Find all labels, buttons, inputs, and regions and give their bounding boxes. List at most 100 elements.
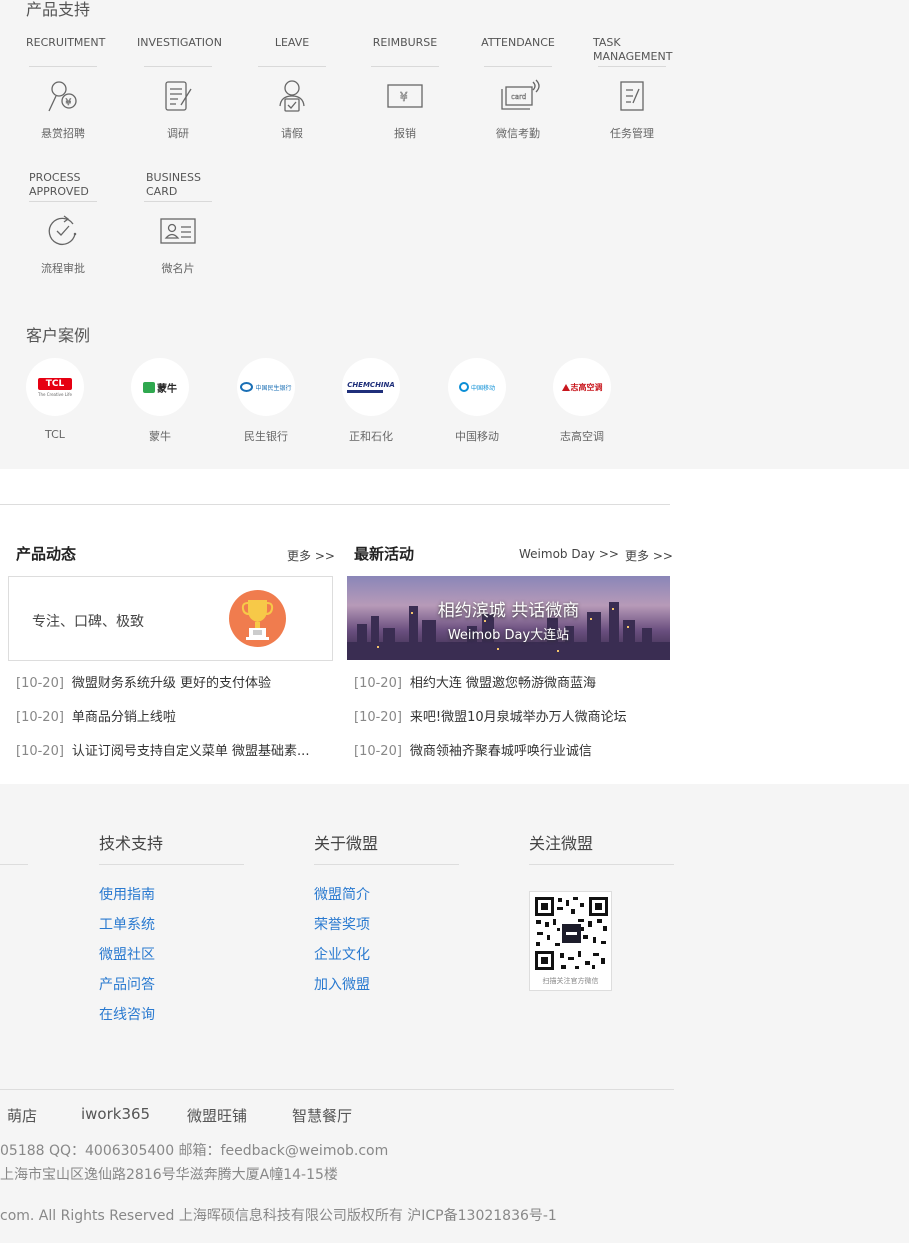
footer-link-online-consult[interactable]: 在线咨询 <box>99 1004 155 1024</box>
customer-cases-title: 客户案例 <box>26 326 91 345</box>
yuan-ticket-icon: ¥ <box>360 67 450 125</box>
customer-name: 中国移动 <box>455 430 499 443</box>
product-support-title: 产品支持 <box>26 0 91 19</box>
qr-caption: 扫描关注官方微信 <box>542 977 599 985</box>
customer-minsheng[interactable]: 中国民生银行 民生银行 <box>226 358 306 444</box>
customer-name: 民生银行 <box>244 430 288 443</box>
tcl-logo: TCL The Creative Life <box>26 358 84 416</box>
divider <box>99 864 244 865</box>
module-task-management[interactable]: TASK MANAGEMENT 任务管理 <box>587 36 677 141</box>
footer-product-mengdian[interactable]: 萌店 <box>7 1105 37 1126</box>
module-business-card[interactable]: BUSINESS CARD 微名片 <box>133 171 223 276</box>
module-cn-label: 调研 <box>167 127 189 140</box>
product-news-more-link[interactable]: 更多 >> <box>287 547 335 564</box>
latest-events-more-link[interactable]: 更多 >> <box>625 547 673 564</box>
svg-text:¥: ¥ <box>66 98 72 108</box>
module-attendance[interactable]: ATTENDANCE card 微信考勤 <box>473 36 563 141</box>
chemchina-logo: CHEMCHINA <box>342 358 400 416</box>
qr-code-image <box>533 895 610 972</box>
product-news-banner[interactable]: 专注、口碑、极致 <box>8 576 333 661</box>
divider <box>0 504 670 505</box>
divider <box>0 864 28 865</box>
china-mobile-logo: 中国移动 <box>448 358 506 416</box>
module-cn-label: 悬赏招聘 <box>41 127 85 140</box>
latest-events-title: 最新活动 <box>354 545 415 563</box>
copyright: com. All Rights Reserved 上海晖硕信息科技有限公司版权所… <box>0 1208 557 1224</box>
weimob-day-link[interactable]: Weimob Day >> <box>519 547 619 561</box>
footer-link-ticket[interactable]: 工单系统 <box>99 914 155 934</box>
product-news-item[interactable]: [10-20] 单商品分销上线啦 <box>16 706 176 725</box>
module-en-label: PROCESS APPROVED <box>29 171 89 198</box>
module-recruitment[interactable]: RECRUITMENT ¥ 悬赏招聘 <box>18 36 108 141</box>
svg-text:¥: ¥ <box>400 90 408 104</box>
card-swipe-icon: card <box>473 67 563 125</box>
module-en-label: RECRUITMENT <box>26 36 106 49</box>
module-en-label: REIMBURSE <box>372 36 438 49</box>
module-en-label: LEAVE <box>274 36 310 49</box>
footer-product-iwork365[interactable]: iwork365 <box>81 1105 150 1123</box>
module-leave[interactable]: LEAVE 请假 <box>247 36 337 141</box>
about-title: 关于微盟 <box>314 834 379 853</box>
tech-support-title: 技术支持 <box>99 834 164 853</box>
business-card-icon <box>133 202 223 260</box>
chigo-logo: 志高空调 <box>553 358 611 416</box>
divider <box>529 864 674 865</box>
product-news-title: 产品动态 <box>16 545 77 563</box>
module-en-label: BUSINESS CARD <box>146 171 201 198</box>
banner-slogan: 专注、口碑、极致 <box>32 614 144 630</box>
footer: 技术支持 使用指南 工单系统 微盟社区 产品问答 在线咨询 关于微盟 微盟简介 … <box>0 784 909 1243</box>
mengniu-logo: 蒙牛 <box>131 358 189 416</box>
process-check-icon <box>18 202 108 260</box>
module-cn-label: 微名片 <box>161 262 195 275</box>
event-item[interactable]: [10-20] 相约大连 微盟邀您畅游微商蓝海 <box>354 672 596 691</box>
module-cn-label: 流程审批 <box>41 262 85 275</box>
svg-text:card: card <box>511 93 526 101</box>
module-en-label: ATTENDANCE <box>481 36 555 49</box>
event-item[interactable]: [10-20] 来吧!微盟10月泉城举办万人微商论坛 <box>354 706 627 725</box>
module-en-label: INVESTIGATION <box>137 36 222 49</box>
task-doc-icon <box>587 67 677 125</box>
user-check-icon <box>247 67 337 125</box>
money-person-icon: ¥ <box>18 67 108 125</box>
product-support-section: 产品支持 RECRUITMENT ¥ 悬赏招聘 INVESTIGATION 调研… <box>0 0 909 469</box>
divider <box>314 864 459 865</box>
module-cn-label: 任务管理 <box>610 127 654 140</box>
module-reimburse[interactable]: REIMBURSE ¥ 报销 <box>360 36 450 141</box>
event-banner-title: 相约滨城 共话微商 <box>437 601 580 621</box>
footer-link-culture[interactable]: 企业文化 <box>314 944 370 964</box>
footer-link-community[interactable]: 微盟社区 <box>99 944 155 964</box>
footer-link-join[interactable]: 加入微盟 <box>314 974 370 994</box>
customer-name: 志高空调 <box>560 430 604 443</box>
module-cn-label: 请假 <box>281 127 303 140</box>
module-cn-label: 微信考勤 <box>496 127 540 140</box>
customer-name: 正和石化 <box>349 430 393 443</box>
module-investigation[interactable]: INVESTIGATION 调研 <box>133 36 223 141</box>
footer-product-wangpu[interactable]: 微盟旺铺 <box>187 1105 247 1126</box>
footer-product-smart-restaurant[interactable]: 智慧餐厅 <box>292 1105 352 1126</box>
module-en-label: TASK MANAGEMENT <box>593 36 673 63</box>
event-item[interactable]: [10-20] 微商领袖齐聚春城呼唤行业诚信 <box>354 740 592 759</box>
customer-chemchina[interactable]: CHEMCHINA 正和石化 <box>331 358 411 444</box>
customer-name: TCL <box>45 428 65 441</box>
address: 上海市宝山区逸仙路2816号华滋奔腾大厦A幢14-15楼 <box>0 1167 338 1183</box>
customer-chigo[interactable]: 志高空调 志高空调 <box>542 358 622 444</box>
event-banner[interactable]: 相约滨城 共话微商 Weimob Day大连站 <box>347 576 670 660</box>
footer-link-honors[interactable]: 荣誉奖项 <box>314 914 370 934</box>
product-news-item[interactable]: [10-20] 微盟财务系统升级 更好的支付体验 <box>16 672 271 691</box>
event-banner-subtitle: Weimob Day大连站 <box>447 628 570 643</box>
footer-link-faq[interactable]: 产品问答 <box>99 974 155 994</box>
module-cn-label: 报销 <box>394 127 416 140</box>
module-process-approved[interactable]: PROCESS APPROVED 流程审批 <box>18 171 108 276</box>
contact-info: 05188 QQ：4006305400 邮箱：feedback@weimob.c… <box>0 1143 389 1159</box>
follow-title: 关注微盟 <box>529 834 594 853</box>
footer-link-guide[interactable]: 使用指南 <box>99 884 155 904</box>
divider <box>0 1089 674 1090</box>
footer-link-intro[interactable]: 微盟简介 <box>314 884 370 904</box>
customer-mengniu[interactable]: 蒙牛 蒙牛 <box>120 358 200 444</box>
customer-tcl[interactable]: TCL The Creative Life TCL <box>15 358 95 441</box>
survey-pen-icon <box>133 67 223 125</box>
wechat-qr-card[interactable]: 扫描关注官方微信 <box>529 891 612 991</box>
product-news-item[interactable]: [10-20] 认证订阅号支持自定义菜单 微盟基础素... <box>16 740 309 759</box>
trophy-icon <box>229 590 286 647</box>
customer-china-mobile[interactable]: 中国移动 中国移动 <box>437 358 517 444</box>
